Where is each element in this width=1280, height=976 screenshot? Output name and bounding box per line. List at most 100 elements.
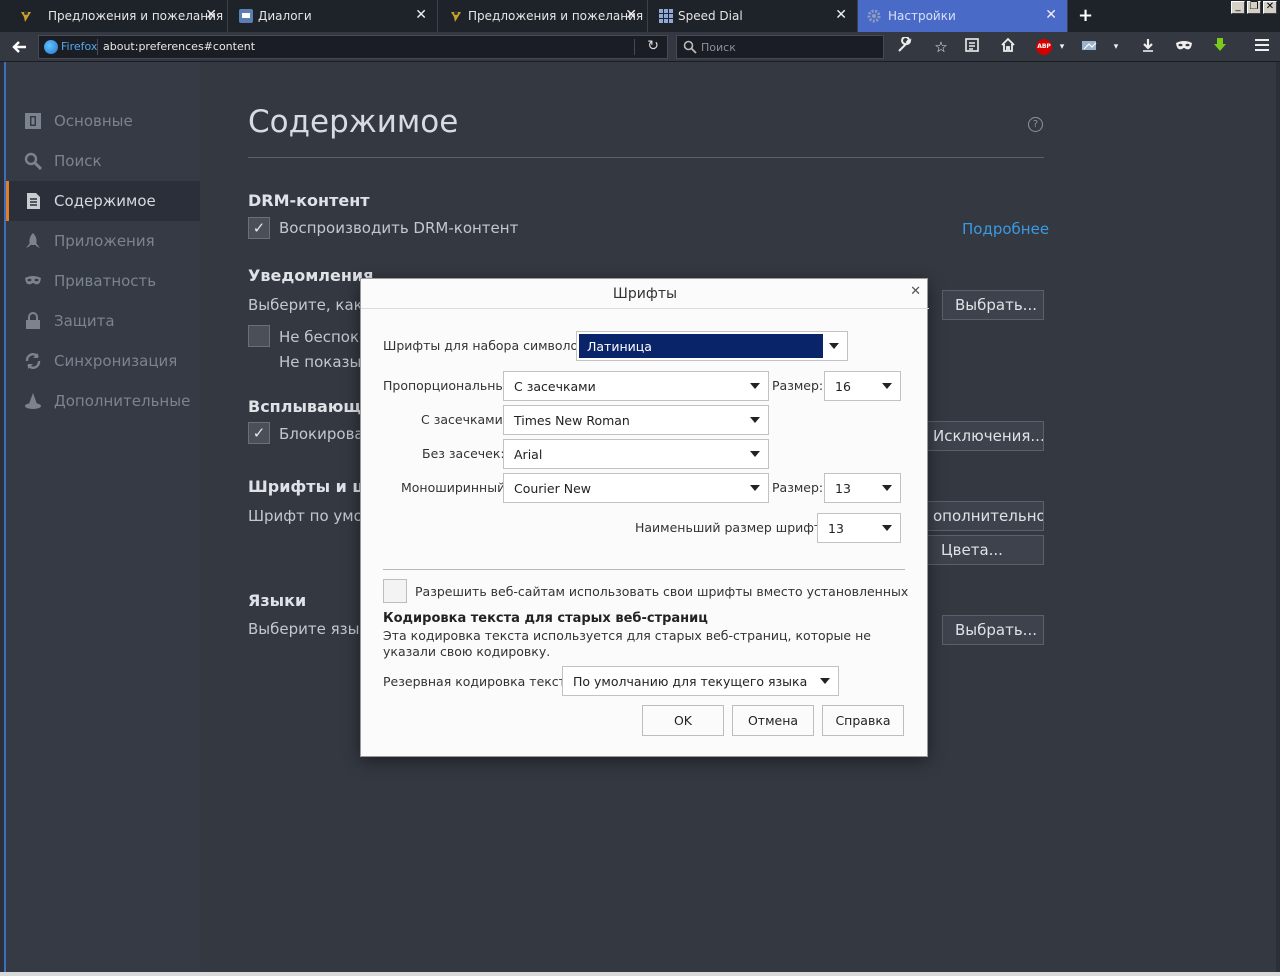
adblock-icon[interactable]: ABP — [1036, 39, 1052, 55]
mask-icon — [24, 272, 42, 290]
fonts-colors-heading: Шрифты и ц — [248, 477, 365, 496]
drm-heading: DRM-контент — [248, 191, 370, 210]
close-window-icon[interactable]: ✕ — [1263, 1, 1277, 14]
tab-label: Диалоги — [258, 9, 312, 23]
identity-label: Firefox — [61, 40, 98, 53]
monospace-select[interactable]: Courier New — [503, 473, 769, 503]
drm-checkbox-label: Воспроизводить DRM-контент — [279, 219, 519, 237]
help-button[interactable]: Справка — [822, 705, 904, 736]
page-title: Содержимое — [248, 104, 459, 140]
forum-icon — [448, 8, 464, 24]
new-tab-icon[interactable]: + — [1078, 5, 1093, 26]
back-icon[interactable] — [10, 37, 34, 57]
chevron-down-icon — [750, 383, 760, 389]
nav-bar: Firefox about:preferences#content ↻ Поис… — [0, 32, 1280, 62]
min-size-label: Наименьший размер шрифта: — [635, 520, 834, 535]
green-download-icon[interactable] — [1209, 37, 1231, 57]
serif-select[interactable]: Times New Roman — [503, 405, 769, 435]
drm-checkbox[interactable]: ✓ — [248, 217, 270, 239]
download-icon[interactable] — [1137, 37, 1159, 57]
sidebar-item-applications[interactable]: Приложения — [6, 221, 202, 261]
help-icon[interactable]: ? — [1028, 117, 1043, 132]
sans-serif-label: Без засечек: — [422, 446, 505, 461]
monospace-size-select[interactable]: 13 — [824, 473, 901, 503]
tab-dialogs[interactable]: Диалоги ✕ — [228, 0, 438, 32]
bookmarks-list-icon[interactable] — [961, 37, 983, 57]
bookmark-star-icon[interactable]: ☆ — [930, 37, 952, 57]
dialog-title: Шрифты — [361, 279, 929, 309]
serif-label: С засечками: — [421, 412, 507, 427]
popup-exceptions-button[interactable]: Исключения... — [920, 421, 1044, 451]
search-icon — [24, 152, 43, 171]
dnd-checkbox[interactable] — [248, 325, 270, 347]
url-text[interactable]: about:preferences#content — [103, 40, 255, 53]
min-size-select[interactable]: 13 — [817, 513, 901, 543]
popups-heading: Всплывающ — [248, 397, 362, 416]
chevron-down-icon — [882, 485, 892, 491]
forum-icon — [18, 8, 34, 24]
dropdown-arrow-icon[interactable]: ▾ — [1051, 37, 1073, 57]
tab-label: Speed Dial — [678, 9, 743, 23]
sidebar-item-security[interactable]: Защита — [6, 301, 202, 341]
sidebar-item-general[interactable]: Основные — [6, 101, 202, 141]
tab-label: Настройки — [888, 9, 956, 23]
sidebar-item-search[interactable]: Поиск — [6, 141, 202, 181]
search-bar[interactable]: Поиск — [676, 35, 884, 59]
close-tab-icon[interactable]: ✕ — [835, 7, 847, 23]
ok-button[interactable]: OK — [642, 705, 724, 736]
preferences-sidebar: Основные Поиск Содержимое Приложения При… — [4, 62, 202, 972]
screenshot-icon[interactable] — [1079, 37, 1101, 57]
languages-choose-button[interactable]: Выбрать... — [942, 615, 1044, 645]
tab-suggestions-2[interactable]: Предложения и пожелания ✕ — [438, 0, 648, 32]
proportional-size-select[interactable]: 16 — [824, 371, 901, 401]
monospace-size-label: Размер: — [772, 480, 824, 495]
restore-icon[interactable]: ❐ — [1247, 1, 1261, 14]
notifications-text: Выберите, каки — [248, 296, 373, 314]
home-icon[interactable] — [997, 37, 1019, 57]
gear-icon — [866, 8, 882, 24]
sans-serif-select[interactable]: Arial — [503, 439, 769, 469]
menu-icon[interactable] — [1251, 37, 1273, 57]
dialogs-icon — [238, 8, 254, 24]
proportional-label: Пропорциональный — [383, 378, 514, 393]
wrench-icon[interactable] — [894, 36, 916, 57]
chevron-down-icon — [820, 678, 830, 684]
window-bottom-edge — [0, 972, 1280, 976]
tab-settings[interactable]: Настройки ✕ — [858, 0, 1068, 32]
drm-learn-more-link[interactable]: Подробнее — [962, 220, 1049, 238]
block-popups-checkbox[interactable]: ✓ — [248, 422, 270, 444]
monospace-label: Моноширинный: — [401, 480, 510, 495]
tab-speed-dial[interactable]: Speed Dial ✕ — [648, 0, 858, 32]
close-tab-icon[interactable]: ✕ — [205, 7, 217, 23]
fonts-advanced-button[interactable]: ополнительно... — [920, 501, 1044, 531]
tab-suggestions-1[interactable]: Предложения и пожелания ✕ — [0, 0, 228, 32]
reload-icon[interactable]: ↻ — [647, 38, 659, 54]
allow-page-fonts-checkbox[interactable] — [383, 579, 407, 603]
colors-button[interactable]: Цвета... — [920, 535, 1044, 565]
sidebar-item-sync[interactable]: Синхронизация — [6, 341, 202, 381]
close-tab-icon[interactable]: ✕ — [1045, 7, 1057, 23]
close-icon[interactable]: ✕ — [910, 284, 921, 299]
cancel-button[interactable]: Отмена — [732, 705, 814, 736]
firefox-icon — [44, 40, 58, 54]
close-tab-icon[interactable]: ✕ — [625, 7, 637, 23]
fonts-dialog: Шрифты ✕ Шрифты для набора символов: Лат… — [360, 278, 929, 757]
minimize-icon[interactable]: _ — [1231, 1, 1245, 14]
dropdown-arrow-icon[interactable]: ▾ — [1105, 37, 1127, 57]
sidebar-item-content[interactable]: Содержимое — [6, 181, 202, 221]
fallback-encoding-select[interactable]: По умолчанию для текущего языка — [562, 666, 839, 696]
close-tab-icon[interactable]: ✕ — [415, 7, 427, 23]
allow-page-fonts-label: Разрешить веб-сайтам использовать свои ш… — [415, 584, 909, 599]
url-bar[interactable]: Firefox about:preferences#content ↻ — [38, 35, 668, 59]
charset-label: Шрифты для набора символов: — [383, 338, 590, 353]
sidebar-item-privacy[interactable]: Приватность — [6, 261, 202, 301]
proportional-select[interactable]: С засечками — [503, 371, 769, 401]
private-mask-icon[interactable] — [1173, 37, 1195, 57]
chevron-down-icon — [750, 417, 760, 423]
charset-select[interactable]: Латиница — [576, 331, 848, 361]
sidebar-item-advanced[interactable]: Дополнительные — [6, 381, 202, 421]
tab-label: Предложения и пожелания — [48, 9, 224, 23]
notifications-choose-button[interactable]: Выбрать... — [942, 290, 1044, 320]
fallback-encoding-label: Резервная кодировка текста: — [383, 674, 578, 689]
search-icon — [683, 39, 697, 54]
